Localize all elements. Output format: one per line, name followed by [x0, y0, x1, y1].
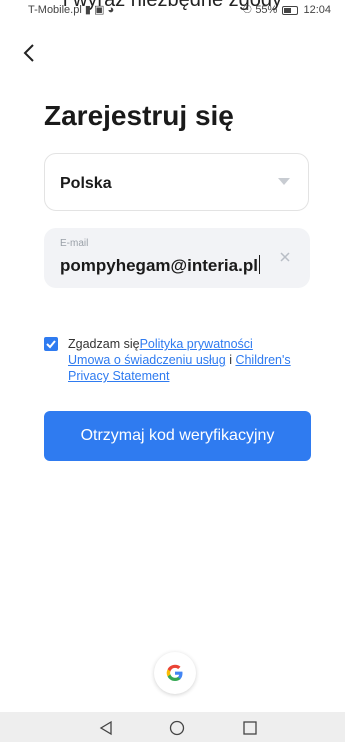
check-icon	[46, 340, 56, 349]
battery-icon	[282, 5, 299, 15]
status-bar: T-Mobile.pl ▮ ▣ ◕ ☉ 55% 12:04	[0, 0, 345, 18]
message-icon: ▣	[93, 4, 105, 16]
consent-prefix: Zgadzam się	[68, 337, 140, 351]
chevron-left-icon	[23, 44, 34, 62]
system-navigation-bar	[0, 712, 345, 742]
google-icon	[166, 664, 183, 681]
triangle-down-icon	[278, 178, 290, 185]
email-value: pompyhegam@interia.pl	[60, 255, 261, 276]
nav-back-icon[interactable]	[97, 719, 115, 737]
alarm-icon: ☉	[242, 4, 253, 16]
nav-home-icon[interactable]	[168, 719, 186, 737]
carrier-label: T-Mobile.pl	[28, 4, 82, 16]
status-left: T-Mobile.pl ▮ ▣ ◕	[28, 3, 114, 16]
signal-icon: ▮	[84, 4, 91, 16]
google-login-button[interactable]	[154, 652, 196, 694]
close-icon[interactable]	[278, 250, 292, 264]
text-caret	[258, 255, 261, 274]
country-select[interactable]: Polska	[44, 153, 309, 211]
country-value: Polska	[60, 175, 112, 192]
nav-recents-icon[interactable]	[241, 719, 259, 737]
screen: i wyraź niezbędne zgody T-Mobile.pl ▮ ▣ …	[0, 0, 345, 742]
clock: 12:04	[303, 4, 331, 16]
email-text: pompyhegam@interia.pl	[60, 256, 258, 275]
status-right: ☉ 55% 12:04	[242, 3, 331, 16]
privacy-policy-link[interactable]: Polityka prywatności	[140, 337, 253, 351]
battery-percent: 55%	[255, 4, 278, 16]
consent-checkbox[interactable]	[44, 337, 58, 351]
email-label: E-mail	[60, 238, 89, 249]
get-verification-code-button[interactable]: Otrzymaj kod weryfikacyjny	[44, 411, 311, 461]
consent-text: Zgadzam sięPolityka prywatności Umowa o …	[68, 336, 318, 384]
consent-conjunction: i	[225, 353, 236, 367]
service-agreement-link[interactable]: Umowa o świadczeniu usług	[68, 353, 226, 367]
back-button[interactable]	[22, 40, 46, 68]
email-field[interactable]: E-mail pompyhegam@interia.pl	[44, 228, 310, 288]
sync-icon: ◕	[107, 4, 115, 16]
page-title: Zarejestruj się	[44, 100, 234, 131]
